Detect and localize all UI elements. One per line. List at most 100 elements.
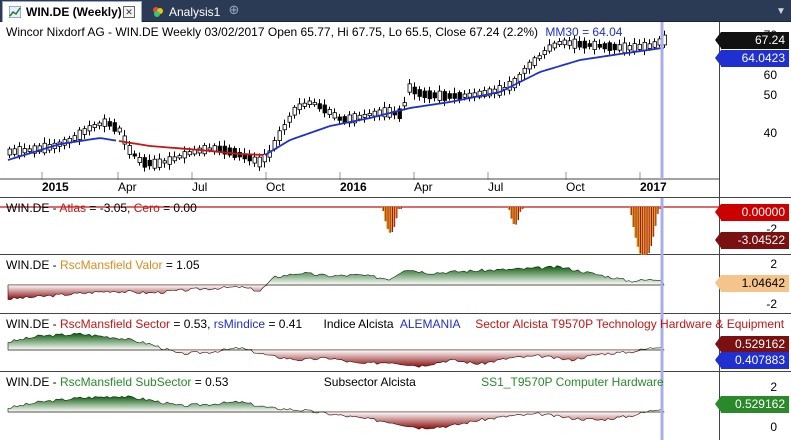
candle-body (542, 50, 547, 56)
subsector-plot[interactable]: WIN.DE - RscMansfield SubSector = 0.53 S… (0, 372, 719, 440)
candle-body (627, 45, 632, 51)
index-country: ALEMANIA (399, 317, 460, 331)
atlas-bar (652, 207, 654, 237)
atlas-bar (637, 207, 639, 247)
sector-panel[interactable]: WIN.DE - RscMansfield Sector = 0.53, rsM… (0, 314, 791, 372)
candle-body (562, 39, 567, 46)
atlas-bar (631, 207, 633, 216)
atlas-bar (520, 207, 522, 212)
candle-body (587, 43, 592, 47)
atlas-bar (658, 207, 660, 209)
candle-body (82, 128, 87, 135)
candle-body (452, 93, 457, 99)
x-tick-label: Oct (266, 180, 285, 194)
atlas-plot[interactable]: WIN.DE - Atlas = -3.05, Cero = 0.00 (0, 198, 719, 255)
atlas-bar (636, 207, 638, 247)
candle-body (162, 160, 167, 164)
candle-body (592, 40, 597, 50)
price-panel[interactable]: Wincor Nixdorf AG - WIN.DE Weekly 03/02/… (0, 22, 791, 198)
ma-label: MM30 = 64.04 (545, 25, 623, 39)
candle-body (602, 43, 607, 50)
price-axis: 70 67.24 64.0423 60 50 40 (715, 22, 791, 197)
tab-win-de-weekly[interactable]: WIN.DE (Weekly) ✕ (2, 1, 142, 22)
y-tick: 40 (763, 126, 777, 140)
atlas-bar (393, 207, 395, 227)
new-tab-icon[interactable]: ⊕ (228, 3, 240, 16)
tab-analysis1[interactable]: Analysis1 (146, 1, 226, 22)
candle-body (297, 103, 302, 111)
atlas-bar (390, 207, 393, 233)
atlas-bar (399, 207, 401, 209)
subsector-symbol: WIN.DE - (6, 375, 60, 389)
atlas-bar (518, 207, 519, 221)
valor-value: = 1.05 (162, 258, 200, 272)
atlas-bar (648, 207, 650, 253)
atlas-tag: -3.04522 (715, 232, 789, 249)
tab-scroll-icon[interactable]: ▼ (775, 6, 787, 17)
candle-body (552, 42, 557, 49)
atlas-bar (514, 207, 516, 225)
candle-body (457, 92, 462, 100)
atlas-bar (383, 207, 385, 212)
atlas-bar (384, 207, 386, 222)
candle-body (372, 110, 377, 117)
atlas-bar (394, 207, 396, 227)
atlas-bar (522, 207, 524, 209)
atlas-bar (657, 207, 659, 214)
candle-body (647, 43, 652, 49)
ma-tag: 64.0423 (715, 50, 789, 67)
atlas-bar (397, 207, 399, 209)
candle-body (437, 90, 442, 101)
candle-body (152, 158, 157, 169)
atlas-bar (651, 207, 652, 246)
candle-body (127, 145, 132, 155)
candle-body (617, 44, 622, 51)
subsector-title: WIN.DE - RscMansfield SubSector = 0.53 S… (6, 375, 664, 389)
candle-body (257, 156, 262, 168)
candle-body (212, 145, 217, 152)
analysis-icon (152, 6, 164, 18)
atlas-bar (641, 207, 643, 255)
price-plot[interactable]: Wincor Nixdorf AG - WIN.DE Weekly 03/02/… (0, 22, 719, 197)
candle-body (332, 112, 337, 119)
atlas-panel[interactable]: WIN.DE - Atlas = -3.05, Cero = 0.00 0 0.… (0, 198, 791, 255)
valor-plot[interactable]: WIN.DE - RscMansfield Valor = 1.05 (0, 255, 719, 314)
candle-body (112, 122, 117, 132)
candle-body (12, 148, 17, 155)
close-tab-icon[interactable]: ✕ (123, 6, 135, 18)
atlas-bar (655, 207, 657, 226)
negative-area (7, 284, 664, 300)
atlas-name: Atlas (59, 201, 87, 215)
subsector-label: Subsector Alcista (323, 375, 416, 389)
price-chart[interactable] (0, 22, 719, 198)
candle-body (522, 67, 527, 74)
x-tick-label: Oct (566, 180, 585, 194)
candle-body (632, 43, 637, 52)
candle-body (172, 156, 177, 162)
atlas-bar (645, 207, 647, 255)
sector-symbol: WIN.DE - (6, 317, 60, 331)
atlas-bar (649, 207, 652, 246)
rsmindice-value: = 0.41 (265, 317, 303, 331)
candle-body (282, 124, 287, 131)
candle-body (427, 90, 432, 100)
positive-area (7, 395, 665, 413)
candle-body (622, 42, 627, 54)
y-tick: -2 (766, 297, 777, 311)
candle-body (447, 93, 452, 99)
valor-title: WIN.DE - RscMansfield Valor = 1.05 (6, 258, 200, 272)
sector-value: = 0.53, (170, 317, 214, 331)
candle-body (97, 122, 102, 127)
cero-tag: 0.00000 (715, 204, 789, 221)
index-label: Indice Alcista (323, 317, 394, 331)
candle-body (277, 130, 282, 141)
subsector-panel[interactable]: WIN.DE - RscMansfield SubSector = 0.53 S… (0, 372, 791, 440)
candle-body (187, 151, 192, 156)
y-tick: 50 (763, 88, 777, 102)
y-tick: 60 (763, 68, 777, 82)
candle-body (247, 155, 252, 162)
candle-body (577, 40, 582, 48)
valor-panel[interactable]: WIN.DE - RscMansfield Valor = 1.05 2 1.0… (0, 255, 791, 314)
sector-plot[interactable]: WIN.DE - RscMansfield Sector = 0.53, rsM… (0, 314, 784, 372)
candle-body (317, 103, 322, 110)
